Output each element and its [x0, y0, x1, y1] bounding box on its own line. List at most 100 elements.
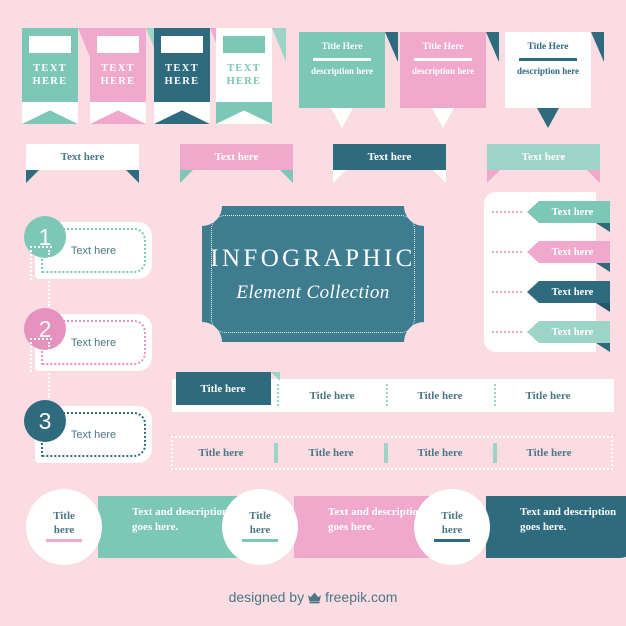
card-rule — [519, 58, 577, 61]
bottom-card-block: Text and description goes here. — [486, 496, 626, 558]
bookmark-header-bar — [29, 36, 71, 53]
bookmark-label: TEXT HERE — [164, 63, 200, 87]
card-title: Title Here — [422, 42, 464, 52]
tab-label[interactable]: Title here — [277, 379, 387, 412]
bottom-info-card[interactable]: Text and description goes here. Title here — [414, 489, 626, 565]
arrow-leader-line — [492, 211, 522, 213]
card-tail — [432, 108, 454, 128]
ribbon-tail-right — [126, 170, 139, 183]
arrow-head-icon — [527, 241, 539, 263]
bookmark-tag[interactable]: TEXT HERE — [90, 28, 160, 124]
dashed-tab-label[interactable]: Title here — [494, 436, 604, 470]
bottom-card-title: Title here — [53, 510, 75, 536]
bookmark-header-bar — [161, 36, 203, 53]
card-tail — [537, 108, 559, 128]
footer-prefix: designed by — [228, 589, 305, 605]
ribbon-label: Text here — [214, 151, 259, 163]
step-connector-side — [30, 338, 32, 372]
ribbon-label: Text here — [367, 151, 412, 163]
bookmark-header-bar — [223, 36, 265, 53]
arrow-row[interactable]: Text here — [527, 201, 610, 232]
tab-label[interactable]: Title here — [493, 379, 603, 412]
arrow-label: Text here — [551, 246, 594, 258]
bottom-card-title: Title here — [249, 510, 271, 536]
bookmark-tag[interactable]: TEXT HERE — [22, 28, 92, 124]
bottom-card-body: Text and description goes here. — [132, 506, 229, 533]
freepik-crown-icon — [307, 591, 322, 607]
card-fold-icon — [591, 32, 604, 62]
infographic-title-badge: INFOGRAPHIC Element Collection — [202, 206, 424, 342]
arrow-label: Text here — [551, 286, 594, 298]
ribbon-tail-right — [433, 170, 446, 183]
dashed-tab-label[interactable]: Title here — [385, 436, 495, 470]
bookmark-label: TEXT HERE — [100, 63, 136, 87]
card-description: description here — [411, 66, 475, 76]
bookmark-tag[interactable]: TEXT HERE — [154, 28, 224, 124]
arrow-leader-line — [492, 331, 522, 333]
ribbon-banner[interactable]: Text here — [333, 144, 446, 183]
title-description-card[interactable]: Title Here description here — [505, 32, 604, 128]
step-connector — [48, 342, 50, 398]
card-fold-icon — [385, 32, 398, 62]
title-description-card[interactable]: Title Here description here — [299, 32, 398, 128]
tab-label[interactable]: Title here — [168, 372, 278, 405]
arrow-head-icon — [527, 321, 539, 343]
badge-subtitle: Element Collection — [236, 282, 390, 303]
dashed-tab-label[interactable]: Title here — [276, 436, 386, 470]
bottom-card-circle: Title here — [222, 489, 298, 565]
bookmark-label: TEXT HERE — [226, 63, 262, 87]
bottom-card-underline — [242, 539, 278, 542]
step-connector-elbow — [30, 338, 52, 340]
card-description: description here — [516, 66, 580, 76]
ribbon-tail-left — [26, 170, 39, 183]
badge-title: INFOGRAPHIC — [210, 245, 416, 272]
step-number-circle[interactable]: 3 — [24, 400, 66, 442]
card-tail — [331, 108, 353, 128]
ribbon-banner[interactable]: Text here — [180, 144, 293, 183]
title-description-card[interactable]: Title Here description here — [400, 32, 499, 128]
arrow-label: Text here — [551, 326, 594, 338]
bookmark-header-bar — [97, 36, 139, 53]
arrow-row[interactable]: Text here — [527, 321, 610, 352]
dashed-tab-label[interactable]: Title here — [166, 436, 276, 470]
ribbon-banner[interactable]: Text here — [487, 144, 600, 183]
step-connector-elbow — [30, 246, 52, 248]
arrow-fold-icon — [596, 303, 610, 312]
ribbon-tail-left — [487, 170, 500, 183]
card-description: description here — [310, 66, 374, 76]
footer-attribution: designed by freepik.com — [0, 589, 626, 607]
ribbon-label: Text here — [521, 151, 566, 163]
arrow-fold-icon — [596, 223, 610, 232]
card-title: Title Here — [527, 42, 569, 52]
step-connector-side — [30, 246, 32, 280]
bottom-card-block: Text and description goes here. — [98, 496, 242, 558]
tab-label[interactable]: Title here — [385, 379, 495, 412]
bottom-card-body: Text and description goes here. — [520, 506, 617, 533]
card-rule — [414, 58, 472, 61]
ribbon-tail-right — [587, 170, 600, 183]
bookmark-fold-icon — [272, 28, 286, 62]
card-title: Title Here — [321, 42, 363, 52]
arrow-row[interactable]: Text here — [527, 241, 610, 272]
bottom-card-underline — [434, 539, 470, 542]
bottom-info-card[interactable]: Text and description goes here. Title here — [222, 489, 444, 565]
arrow-label: Text here — [551, 206, 594, 218]
step-number: 3 — [38, 407, 52, 434]
ribbon-tail-right — [280, 170, 293, 183]
card-fold-icon — [486, 32, 499, 62]
bottom-card-title: Title here — [441, 510, 463, 536]
ribbon-banner[interactable]: Text here — [26, 144, 139, 183]
arrow-head-icon — [527, 201, 539, 223]
bottom-card-underline — [46, 539, 82, 542]
step-connector — [48, 250, 50, 306]
arrow-leader-line — [492, 291, 522, 293]
arrow-row[interactable]: Text here — [527, 281, 610, 312]
footer-brand: freepik.com — [325, 589, 398, 605]
ribbon-tail-left — [180, 170, 193, 183]
arrow-leader-line — [492, 251, 522, 253]
bookmark-tag[interactable]: TEXT HERE — [216, 28, 286, 124]
badge-dotted-border — [211, 215, 415, 333]
arrow-fold-icon — [596, 343, 610, 352]
bottom-info-card[interactable]: Text and description goes here. Title here — [26, 489, 242, 565]
bottom-card-circle: Title here — [26, 489, 102, 565]
